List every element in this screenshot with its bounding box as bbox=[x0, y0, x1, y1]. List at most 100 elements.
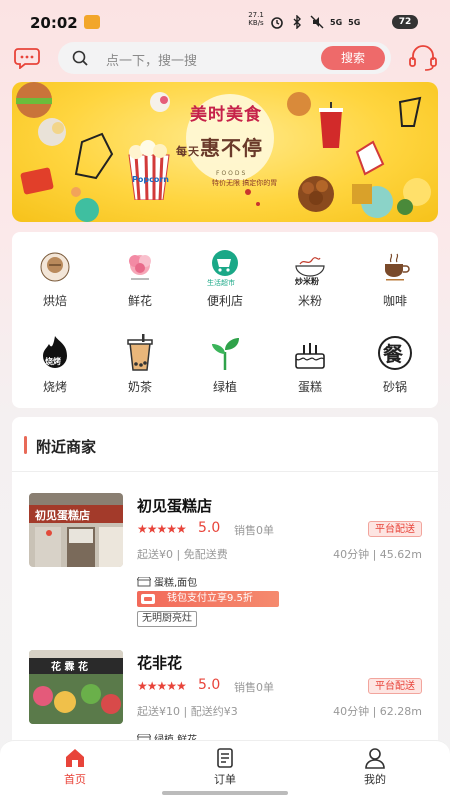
category-rice-noodle[interactable]: 炒米粉 米粉 bbox=[275, 248, 345, 318]
store-min-order: 起送¥10 | 配送约¥3 bbox=[137, 705, 238, 718]
drink-cup-image bbox=[319, 102, 343, 148]
category-grid: 烘焙 鲜花 生活超市 便利店 炒米粉 米粉 咖啡 烧烤 烧烤 奶茶 绿植 蛋糕 … bbox=[12, 232, 438, 408]
store-image: 花 霖 花 bbox=[29, 650, 123, 724]
category-label: 砂锅 bbox=[382, 380, 407, 394]
app-notification-icon bbox=[84, 15, 100, 29]
store-time-distance: 40分钟 | 62.28m bbox=[333, 705, 422, 718]
section-title: 附近商家 bbox=[36, 438, 97, 456]
nav-label: 首页 bbox=[64, 773, 86, 786]
bakery-icon bbox=[40, 252, 70, 282]
delivery-badge: 平台配送 bbox=[368, 678, 422, 694]
signal-icon: 5G bbox=[330, 17, 343, 27]
store-name: 花非花 bbox=[137, 654, 183, 672]
category-label: 烧烤 bbox=[42, 380, 67, 394]
store-sign-text: 花 霖 花 bbox=[51, 660, 88, 673]
category-bakery[interactable]: 烘焙 bbox=[20, 248, 90, 318]
wallet-icon bbox=[141, 594, 155, 604]
bbq-text: 烧烤 bbox=[45, 356, 61, 366]
bluetooth-icon bbox=[293, 15, 301, 29]
nav-orders[interactable]: 订单 bbox=[195, 747, 255, 787]
delivery-badge: 平台配送 bbox=[368, 521, 422, 537]
search-button[interactable]: 搜索 bbox=[321, 46, 385, 70]
profile-icon bbox=[365, 748, 385, 769]
banner-title: 美时美食 每天惠不停 FOODS bbox=[160, 94, 300, 180]
store-card[interactable]: 初见蛋糕店 初见蛋糕店 ★★★★★ 5.0 销售0单 平台配送 起送¥0 | 免… bbox=[12, 493, 438, 643]
clay-pot-text: 餐 bbox=[383, 342, 404, 366]
category-plant[interactable]: 绿植 bbox=[190, 334, 260, 404]
clay-pot-icon: 餐 bbox=[378, 336, 412, 370]
coffee-icon bbox=[385, 253, 410, 281]
category-label: 绿植 bbox=[212, 380, 237, 394]
category-clay-pot[interactable]: 餐 砂锅 bbox=[360, 334, 430, 404]
store-photo: 花 霖 花 bbox=[29, 650, 123, 724]
nav-label: 订单 bbox=[214, 773, 236, 786]
category-coffee[interactable]: 咖啡 bbox=[360, 248, 430, 318]
promo-text: 钱包支付立享9.5折 bbox=[167, 593, 253, 604]
rating-value: 5.0 bbox=[198, 520, 221, 536]
sales-count: 销售0单 bbox=[234, 524, 274, 537]
store-name: 初见蛋糕店 bbox=[137, 497, 213, 515]
search-input[interactable]: 点一下，搜一搜 bbox=[106, 50, 197, 69]
category-label: 咖啡 bbox=[382, 294, 407, 308]
category-bbq[interactable]: 烧烤 烧烤 bbox=[20, 334, 90, 404]
divider bbox=[12, 471, 438, 472]
nearby-stores-section: 附近商家 初见蛋糕店 初见蛋糕店 ★★★★★ 5.0 销售0单 平台配送 起送¥… bbox=[12, 417, 438, 757]
banner-subheadline-small: 每天 bbox=[176, 145, 200, 158]
status-time: 20:02 bbox=[30, 14, 78, 32]
banner-foods-text: FOODS bbox=[216, 170, 248, 177]
banner-subheadline: 每天惠不停 bbox=[176, 132, 263, 161]
rice-noodle-icon: 炒米粉 bbox=[295, 257, 325, 286]
search-bar[interactable]: 点一下，搜一搜 搜索 bbox=[58, 42, 391, 74]
store-category-text: 蛋糕,面包 bbox=[154, 578, 198, 589]
home-icon bbox=[66, 749, 84, 767]
home-indicator[interactable] bbox=[162, 791, 288, 795]
status-icons: 5G 5G bbox=[270, 13, 360, 31]
kitchen-badge: 无明厨亮灶 bbox=[137, 611, 197, 627]
rice-noodle-text: 炒米粉 bbox=[295, 276, 319, 286]
network-speed: 27.1 KB/s bbox=[246, 11, 266, 27]
battery-icon: 72 bbox=[392, 15, 418, 29]
status-bar: 20:02 27.1 KB/s 5G 5G 72 bbox=[0, 0, 450, 44]
nav-profile[interactable]: 我的 bbox=[345, 747, 405, 787]
nav-home[interactable]: 首页 bbox=[45, 747, 105, 787]
promo-tag: 钱包支付立享9.5折 bbox=[137, 591, 279, 607]
bbq-icon: 烧烤 bbox=[43, 336, 67, 368]
category-label: 蛋糕 bbox=[297, 380, 322, 394]
store-image: 初见蛋糕店 bbox=[29, 493, 123, 567]
convenience-store-icon: 生活超市 bbox=[207, 250, 238, 286]
store-photo: 初见蛋糕店 bbox=[29, 493, 123, 567]
order-icon bbox=[217, 748, 233, 768]
banner-tagline: 特价无限 搞定你的胃 bbox=[212, 179, 278, 187]
signal-icon-2: 5G bbox=[348, 17, 361, 27]
plant-icon bbox=[212, 338, 239, 370]
category-label: 鲜花 bbox=[127, 294, 152, 308]
category-label: 便利店 bbox=[206, 294, 243, 308]
category-convenience[interactable]: 生活超市 便利店 bbox=[190, 248, 260, 318]
customer-service-icon[interactable] bbox=[408, 45, 438, 71]
search-icon bbox=[72, 50, 88, 66]
convenience-store-text: 生活超市 bbox=[207, 278, 235, 286]
network-speed-value: 27.1 bbox=[248, 11, 264, 19]
network-speed-unit: KB/s bbox=[248, 19, 264, 27]
promo-banner[interactable]: Popcorn 美时美食 每天惠不停 FOODS 特价无限 搞定你的胃 bbox=[12, 82, 438, 222]
banner-headline: 美时美食 bbox=[190, 105, 262, 125]
rating-value: 5.0 bbox=[198, 677, 221, 693]
category-milk-tea[interactable]: 奶茶 bbox=[105, 334, 175, 404]
category-cake[interactable]: 蛋糕 bbox=[275, 334, 345, 404]
sales-count: 销售0单 bbox=[234, 681, 274, 694]
category-flower[interactable]: 鲜花 bbox=[105, 248, 175, 318]
message-icon[interactable] bbox=[14, 47, 40, 69]
store-min-order: 起送¥0 | 免配送费 bbox=[137, 548, 228, 561]
star-rating-icon: ★★★★★ bbox=[137, 522, 187, 536]
alarm-icon bbox=[271, 17, 283, 29]
section-accent-bar bbox=[24, 436, 27, 454]
store-categories: 蛋糕,面包 bbox=[137, 574, 197, 589]
store-time-distance: 40分钟 | 45.62m bbox=[333, 548, 422, 561]
milk-tea-icon bbox=[127, 334, 153, 371]
cake-icon bbox=[295, 343, 325, 369]
flower-icon bbox=[129, 255, 151, 280]
mute-icon bbox=[310, 15, 324, 29]
category-label: 米粉 bbox=[297, 294, 322, 308]
category-label: 奶茶 bbox=[127, 380, 152, 394]
store-sign-text: 初见蛋糕店 bbox=[35, 508, 90, 522]
